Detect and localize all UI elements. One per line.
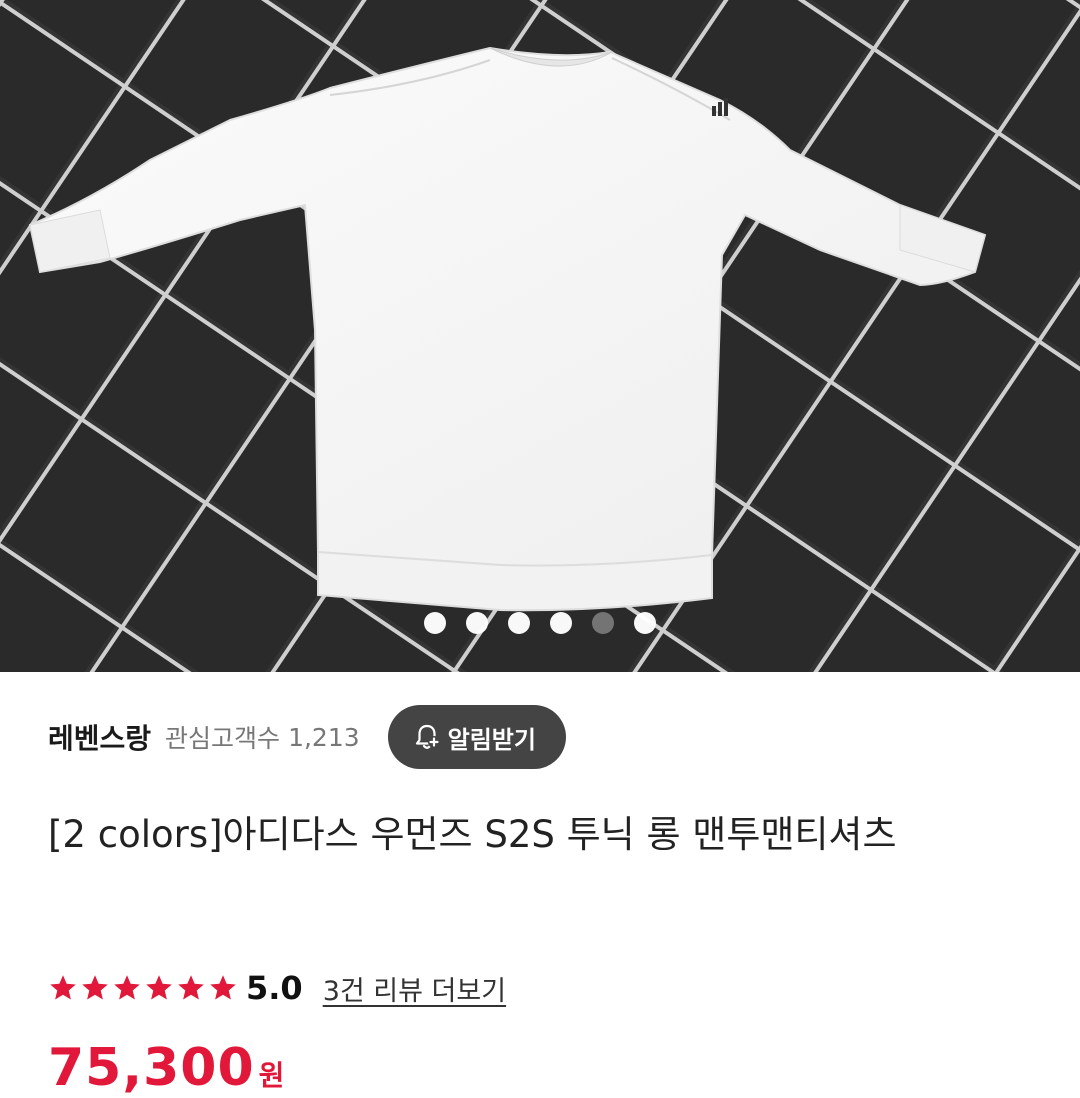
alert-button-label: 알림받기 [447, 725, 536, 754]
star-icon [210, 975, 236, 1000]
rating-value: 5.0 [246, 969, 303, 1007]
carousel-dot[interactable] [592, 612, 614, 634]
star-icon [146, 975, 172, 1000]
review-more-link[interactable]: 3건 리뷰 더보기 [323, 969, 506, 1008]
price-row: 75,300 원 [48, 1038, 284, 1098]
bell-plus-icon [412, 722, 442, 752]
carousel-dot[interactable] [424, 612, 446, 634]
rating-stars [48, 973, 238, 1003]
star-icon [114, 975, 140, 1000]
star-icon [50, 975, 76, 1000]
carousel-indicator [0, 612, 1080, 634]
price: 75,300 [48, 1038, 255, 1098]
currency-unit: 원 [258, 1059, 285, 1092]
rating-row: 5.0 3건 리뷰 더보기 [48, 962, 506, 1014]
carousel-dot[interactable] [634, 612, 656, 634]
product-image[interactable] [0, 0, 1080, 672]
follower-count: 1,213 [288, 722, 360, 752]
product-photo [0, 0, 1080, 672]
carousel-dot[interactable] [508, 612, 530, 634]
star-icon [82, 975, 108, 1000]
carousel-dot[interactable] [466, 612, 488, 634]
follower-label: 관심고객수 [165, 724, 281, 753]
carousel-dot[interactable] [550, 612, 572, 634]
star-icon [178, 975, 204, 1000]
alert-subscribe-button[interactable]: 알림받기 [387, 705, 566, 769]
seller-row: 레벤스랑 관심고객수 1,213 알림받기 [48, 704, 1032, 770]
product-title: [2 colors]아디다스 우먼즈 S2S 투닉 롱 맨투맨티셔츠 [48, 813, 897, 856]
seller-name[interactable]: 레벤스랑 [48, 717, 151, 757]
